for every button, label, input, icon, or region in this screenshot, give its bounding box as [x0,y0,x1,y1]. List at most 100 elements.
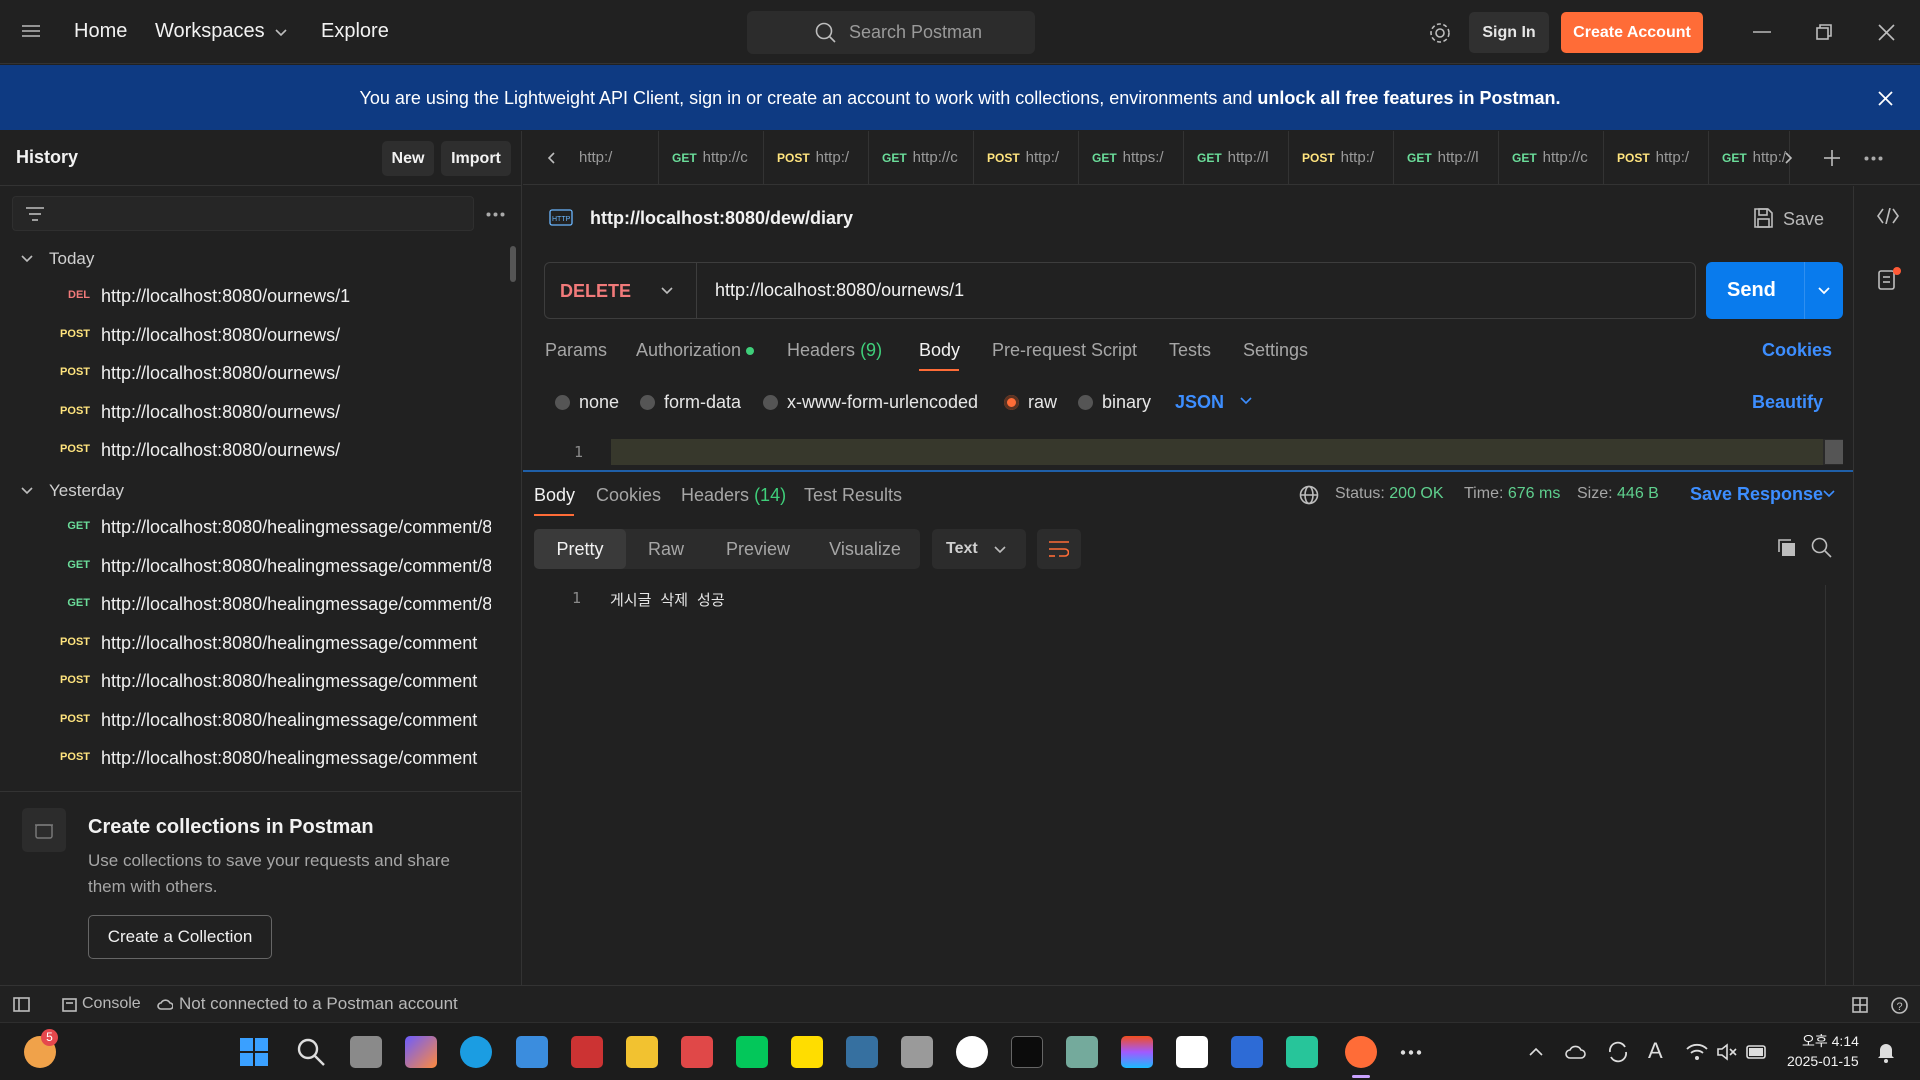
chevron-down-icon[interactable] [1823,490,1835,498]
chevron-right-icon[interactable] [1785,152,1793,164]
app-icon[interactable] [1286,1036,1318,1068]
clock-time[interactable]: 오후 4:14 [1802,1031,1859,1051]
console-icon[interactable] [62,998,77,1012]
restore-window-icon[interactable] [1816,24,1832,40]
app-icon[interactable] [901,1036,933,1068]
history-filter-input[interactable] [12,196,474,231]
sidebar-scrollbar[interactable] [510,246,516,282]
body-format-select[interactable]: JSON [1175,392,1224,413]
file-explorer-icon[interactable] [626,1036,658,1068]
sticky-notes-icon[interactable] [791,1036,823,1068]
request-tab[interactable]: GET http://c [660,131,764,185]
tab-authorization[interactable]: Authorization [636,340,741,361]
history-item[interactable]: POST http://localhost:8080/ournews/ [0,318,500,354]
request-tab[interactable]: POST http:/ [765,131,869,185]
minimize-icon[interactable] [1753,31,1771,33]
format-pretty[interactable]: Pretty [534,529,626,569]
search-icon[interactable] [1811,537,1832,558]
sync-icon[interactable] [1607,1041,1629,1063]
radio-raw[interactable]: raw [1004,392,1057,412]
chevron-down-icon[interactable] [21,255,33,263]
response-tab-cookies[interactable]: Cookies [596,485,661,506]
send-options-chevron-icon[interactable] [1818,287,1830,295]
hamburger-menu-icon[interactable] [22,24,40,38]
settings-gear-icon[interactable] [1428,21,1452,45]
windows-start-icon[interactable] [239,1037,269,1067]
group-yesterday[interactable]: Yesterday [49,481,124,501]
format-raw[interactable]: Raw [626,529,706,569]
history-item[interactable]: POST http://localhost:8080/ournews/ [0,395,500,431]
chevron-down-icon[interactable] [1240,397,1252,405]
more-apps-icon[interactable] [1400,1050,1422,1055]
tab-settings[interactable]: Settings [1243,340,1308,361]
history-item[interactable]: GET http://localhost:8080/healingmessage/… [0,587,500,623]
radio-urlencoded[interactable]: x-www-form-urlencoded [763,392,978,412]
copy-icon[interactable] [1777,538,1797,558]
tab-params[interactable]: Params [545,340,607,361]
request-tab[interactable]: POST http:/ [975,131,1079,185]
send-button[interactable]: Send [1706,262,1843,319]
nav-workspaces[interactable]: Workspaces [155,20,265,43]
response-scroll-track[interactable] [1825,585,1826,985]
help-icon[interactable]: ? [1891,997,1908,1014]
history-item[interactable]: GET http://localhost:8080/healingmessage/… [0,549,500,585]
tab-body[interactable]: Body [919,340,960,361]
task-view-icon[interactable] [350,1036,382,1068]
response-tab-body[interactable]: Body [534,485,575,506]
request-tab[interactable]: http:/ [567,131,659,185]
beautify-link[interactable]: Beautify [1752,392,1823,413]
radio-form-data[interactable]: form-data [640,392,741,412]
banner-text-bold[interactable]: unlock all free features in Postman. [1257,88,1560,108]
response-tab-headers[interactable]: Headers (14) [681,485,786,506]
copilot-icon[interactable] [405,1036,437,1068]
store-icon[interactable] [516,1036,548,1068]
nav-home[interactable]: Home [74,20,127,43]
taskbar-search-icon[interactable] [296,1037,326,1067]
postman-icon[interactable] [1345,1036,1377,1068]
google-chrome-icon[interactable] [956,1036,988,1068]
nav-explore[interactable]: Explore [321,20,389,43]
request-tab[interactable]: POST http:/ [1605,131,1709,185]
radio-binary[interactable]: binary [1078,392,1151,412]
edge-icon[interactable] [460,1036,492,1068]
more-options-icon[interactable] [486,212,505,217]
globe-icon[interactable] [1299,485,1319,505]
group-today[interactable]: Today [49,249,94,269]
request-body-editor[interactable]: 1 [534,439,1843,465]
text-type-select[interactable]: Text [932,529,1026,569]
response-time[interactable]: Time: 676 ms [1464,485,1560,503]
request-tab[interactable]: GET http://l [1395,131,1499,185]
sign-in-button[interactable]: Sign In [1469,12,1549,53]
editor-scrollbar[interactable] [1825,440,1843,464]
create-account-button[interactable]: Create Account [1561,12,1703,53]
chatgpt-icon[interactable] [1066,1036,1098,1068]
create-collection-button[interactable]: Create a Collection [88,915,272,959]
app-icon[interactable] [571,1036,603,1068]
figma-icon[interactable] [1121,1036,1153,1068]
more-tabs-icon[interactable] [1864,156,1883,161]
request-tab[interactable]: GET http:/ [1710,131,1790,185]
response-status[interactable]: Status: 200 OK [1335,485,1444,503]
history-item[interactable]: POST http://localhost:8080/healingmessage… [0,626,500,662]
history-item[interactable]: DEL http://localhost:8080/ournews/1 [0,279,500,315]
wifi-icon[interactable] [1686,1043,1708,1060]
chevron-down-icon[interactable] [21,487,33,495]
history-item[interactable]: POST http://localhost:8080/healingmessage… [0,741,500,777]
history-item[interactable]: POST http://localhost:8080/ournews/ [0,433,500,469]
chevron-up-icon[interactable] [1529,1047,1543,1056]
layout-icon[interactable] [1852,997,1868,1013]
tab-headers[interactable]: Headers (9) [787,340,882,361]
search-input[interactable]: Search Postman [747,11,1035,54]
notion-icon[interactable] [1176,1036,1208,1068]
close-banner-icon[interactable] [1878,91,1893,106]
history-item[interactable]: GET http://localhost:8080/healingmessage/… [0,510,500,546]
import-button[interactable]: Import [441,141,511,176]
toggle-sidebar-icon[interactable] [13,997,30,1012]
history-item[interactable]: POST http://localhost:8080/healingmessage… [0,664,500,700]
wrap-lines-button[interactable] [1037,529,1081,569]
tab-pre-request-script[interactable]: Pre-request Script [992,340,1137,361]
save-icon[interactable] [1752,207,1774,229]
naver-icon[interactable] [736,1036,768,1068]
chevron-left-icon[interactable] [547,152,555,164]
console-button[interactable]: Console [82,995,141,1013]
